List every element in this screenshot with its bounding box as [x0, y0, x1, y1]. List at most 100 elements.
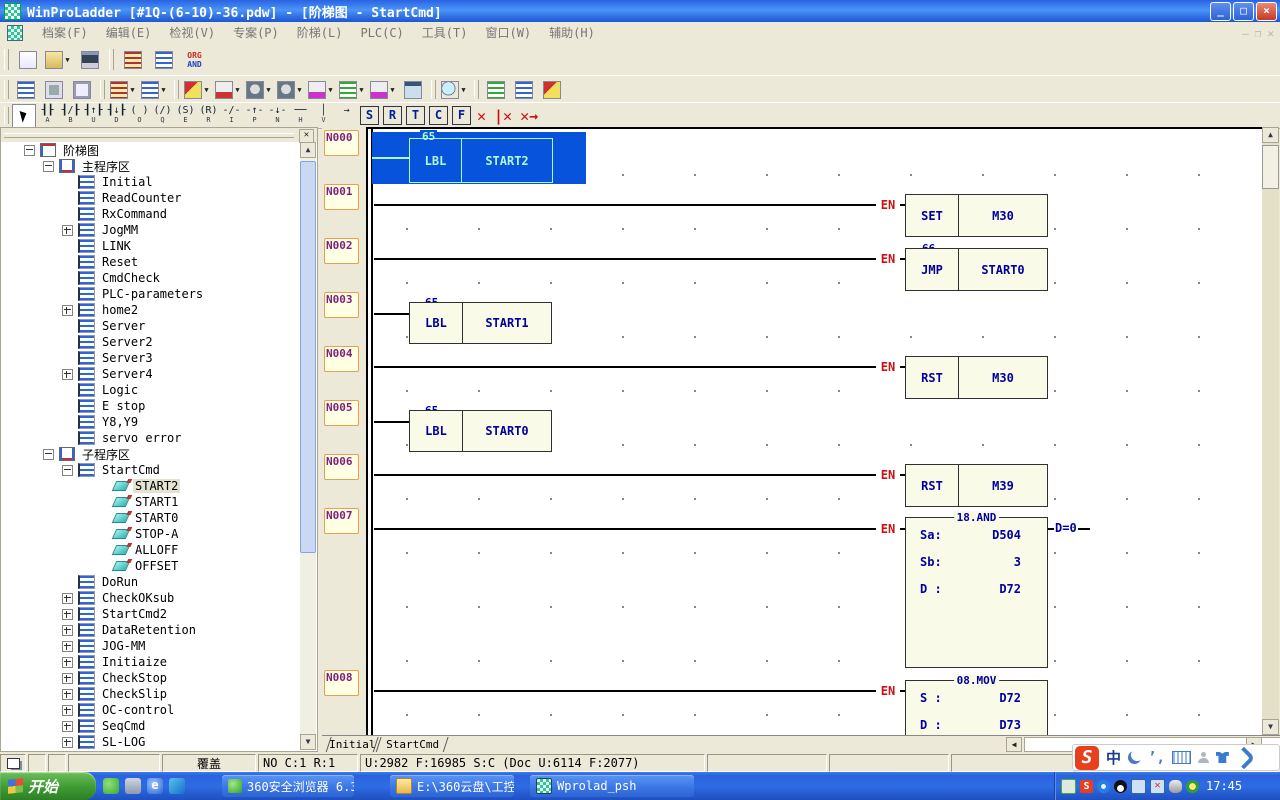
coil-out-button[interactable]: ( )O — [129, 105, 151, 126]
convert-button[interactable] — [13, 77, 39, 103]
block-rst-m39[interactable]: RSTM39 — [905, 464, 1048, 507]
menu-ladder[interactable]: 阶梯(L) — [288, 24, 352, 42]
delete-element-button[interactable]: ✕ — [477, 107, 486, 125]
toolbar-grip[interactable] — [4, 107, 9, 125]
sogou-logo-icon[interactable]: S — [1075, 746, 1099, 770]
tree-item-plc-parameters[interactable]: PLC-parameters — [3, 286, 301, 302]
green-plus-icon[interactable] — [1186, 780, 1199, 793]
tree-item-seqcmd[interactable]: SeqCmd — [3, 718, 301, 734]
counter-button[interactable]: C — [429, 106, 448, 125]
invert-button[interactable]: -/-I — [221, 105, 243, 126]
network-edit-button[interactable]: ▼ — [109, 77, 138, 103]
stop-plc-button[interactable]: ▼ — [276, 77, 305, 103]
timer-button[interactable]: T — [406, 106, 425, 125]
io-status-button[interactable]: ▼ — [307, 77, 336, 103]
ladder-canvas[interactable]: 65 LBL START2 EN SETM30 EN 66 JMPSTART0 … — [366, 127, 1262, 735]
ladder-vscrollbar[interactable]: ▲ ▼ — [1262, 127, 1279, 735]
mnemonic-view-button[interactable]: ORG AND — [180, 46, 209, 74]
tree-expander[interactable] — [62, 225, 73, 236]
child-window-icon[interactable] — [7, 25, 23, 41]
quicklaunch-ie-icon[interactable]: e — [147, 778, 163, 794]
mouse-settings-icon[interactable] — [1169, 780, 1182, 793]
comment-button[interactable] — [69, 77, 95, 103]
contact-a-button[interactable]: ┨┠A — [37, 105, 59, 126]
element-edit-button[interactable]: ▼ — [183, 77, 212, 103]
ime-language-indicator[interactable]: 中 — [1106, 747, 1121, 768]
selected-label-block-start2[interactable]: 65 LBL START2 — [372, 132, 586, 184]
minimize-button[interactable]: _ — [1210, 2, 1231, 21]
rising-edge-button[interactable]: -↑-P — [244, 105, 266, 126]
tree-item-offset[interactable]: OFFSET — [3, 558, 301, 574]
tree-item-link[interactable]: LINK — [3, 238, 301, 254]
moon-icon[interactable] — [1128, 751, 1141, 764]
network-label[interactable]: N003 — [324, 292, 359, 318]
scroll-down-icon[interactable]: ▼ — [1262, 719, 1279, 735]
tree-item-rxcommand[interactable]: RxCommand — [3, 206, 301, 222]
menu-plc[interactable]: PLC(C) — [351, 24, 412, 42]
coil-not-button[interactable]: (/)Q — [152, 105, 174, 126]
tree-item-server3[interactable]: Server3 — [3, 350, 301, 366]
toolbar-grip[interactable] — [4, 49, 9, 71]
account-icon[interactable] — [1198, 752, 1209, 763]
block-jmp-start0[interactable]: JMPSTART0 — [905, 248, 1048, 291]
tree-item-checkoksub[interactable]: CheckOKsub — [3, 590, 301, 606]
punctuation-icon[interactable]: ’, — [1148, 750, 1165, 766]
run-plc-button[interactable]: ▼ — [245, 77, 274, 103]
skin-icon[interactable] — [1216, 752, 1229, 763]
zoom-button[interactable]: ▼ — [440, 77, 469, 103]
tree-item-sl-log[interactable]: SL-LOG — [3, 734, 301, 750]
query-element-button[interactable] — [539, 77, 565, 103]
tree-item-server2[interactable]: Server2 — [3, 334, 301, 350]
tree-item-reset[interactable]: Reset — [3, 254, 301, 270]
tab-initial[interactable]: Initial — [325, 737, 378, 753]
function-button[interactable]: F — [452, 106, 471, 125]
tree-item-servo-error[interactable]: servo error — [3, 430, 301, 446]
tree-item-y8y9[interactable]: Y8,Y9 — [3, 414, 301, 430]
title-bar[interactable]: WinProLadder [#1Q-(6-10)-36.pdw] - [阶梯图 … — [0, 0, 1280, 22]
tree-expander[interactable] — [62, 737, 73, 748]
tree-expander[interactable] — [62, 369, 73, 380]
toolbar-grip[interactable] — [474, 80, 479, 99]
tree-expander[interactable] — [62, 625, 73, 636]
function-block-08mov[interactable]: 08.MOV S :D72 D :D73 — [905, 680, 1048, 735]
quicklaunch-360-icon[interactable] — [103, 778, 119, 794]
lbl-op-cell[interactable]: LBL — [409, 138, 462, 183]
tree-item-jog-mm[interactable]: JOG-MM — [3, 638, 301, 654]
register-monitor-button[interactable]: ▼ — [369, 77, 398, 103]
toolbar-grip[interactable] — [100, 80, 105, 99]
network-label[interactable]: N006 — [324, 454, 359, 480]
quicklaunch-shield-icon[interactable] — [169, 778, 185, 794]
tree-expander[interactable] — [43, 161, 54, 172]
tree-item-cmdcheck[interactable]: CmdCheck — [3, 270, 301, 286]
tree-expander[interactable] — [62, 673, 73, 684]
tree-item-startcmd2[interactable]: StartCmd2 — [3, 606, 301, 622]
tree-item-e-stop[interactable]: E stop — [3, 398, 301, 414]
tree-expander[interactable] — [62, 689, 73, 700]
panel-close-icon[interactable]: ✕ — [299, 129, 314, 143]
tree-scrollbar-thumb[interactable] — [300, 161, 316, 553]
menu-window[interactable]: 窗口(W) — [476, 24, 540, 42]
ladder-view-button[interactable] — [149, 46, 178, 74]
tree-expander[interactable] — [62, 609, 73, 620]
link-arrow-button[interactable]: → — [336, 105, 358, 126]
block-set-m30[interactable]: SETM30 — [905, 194, 1048, 237]
query-network-button[interactable] — [511, 77, 537, 103]
falling-edge-button[interactable]: -↓-N — [267, 105, 289, 126]
vline-button[interactable]: │V — [313, 105, 335, 126]
tree-item-sub-program-area[interactable]: 子程序区 — [3, 446, 301, 462]
tree-expander[interactable] — [62, 465, 73, 476]
network-label[interactable]: N008 — [324, 670, 359, 696]
menu-view[interactable]: 检视(V) — [160, 24, 224, 42]
delete-column-button[interactable]: |✕ — [494, 107, 512, 125]
tree-item-readcounter[interactable]: ReadCounter — [3, 190, 301, 206]
tree-item-checkstop[interactable]: CheckStop — [3, 670, 301, 686]
tree-item-checkslip[interactable]: CheckSlip — [3, 686, 301, 702]
coil-monitor-button[interactable]: ▼ — [214, 77, 243, 103]
settings-wrench-icon[interactable] — [1233, 746, 1256, 769]
scroll-up-icon[interactable]: ▲ — [300, 142, 316, 158]
menu-file[interactable]: 档案(F) — [33, 24, 97, 42]
tree-expander[interactable] — [62, 593, 73, 604]
block-lbl-start0[interactable]: LBLSTART0 — [409, 410, 552, 452]
usb-device-icon[interactable] — [1061, 779, 1076, 794]
tree-item-server4[interactable]: Server4 — [3, 366, 301, 382]
